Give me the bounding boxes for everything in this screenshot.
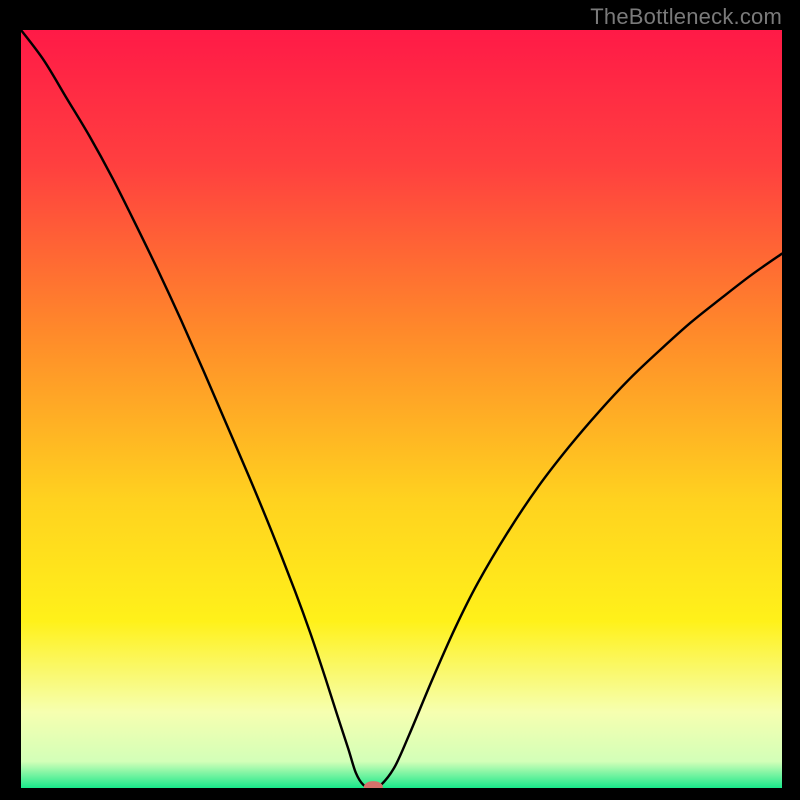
bottleneck-plot (21, 30, 782, 788)
chart-frame: TheBottleneck.com (0, 0, 800, 800)
plot-svg (21, 30, 782, 788)
gradient-background (21, 30, 782, 788)
watermark-text: TheBottleneck.com (590, 4, 782, 30)
